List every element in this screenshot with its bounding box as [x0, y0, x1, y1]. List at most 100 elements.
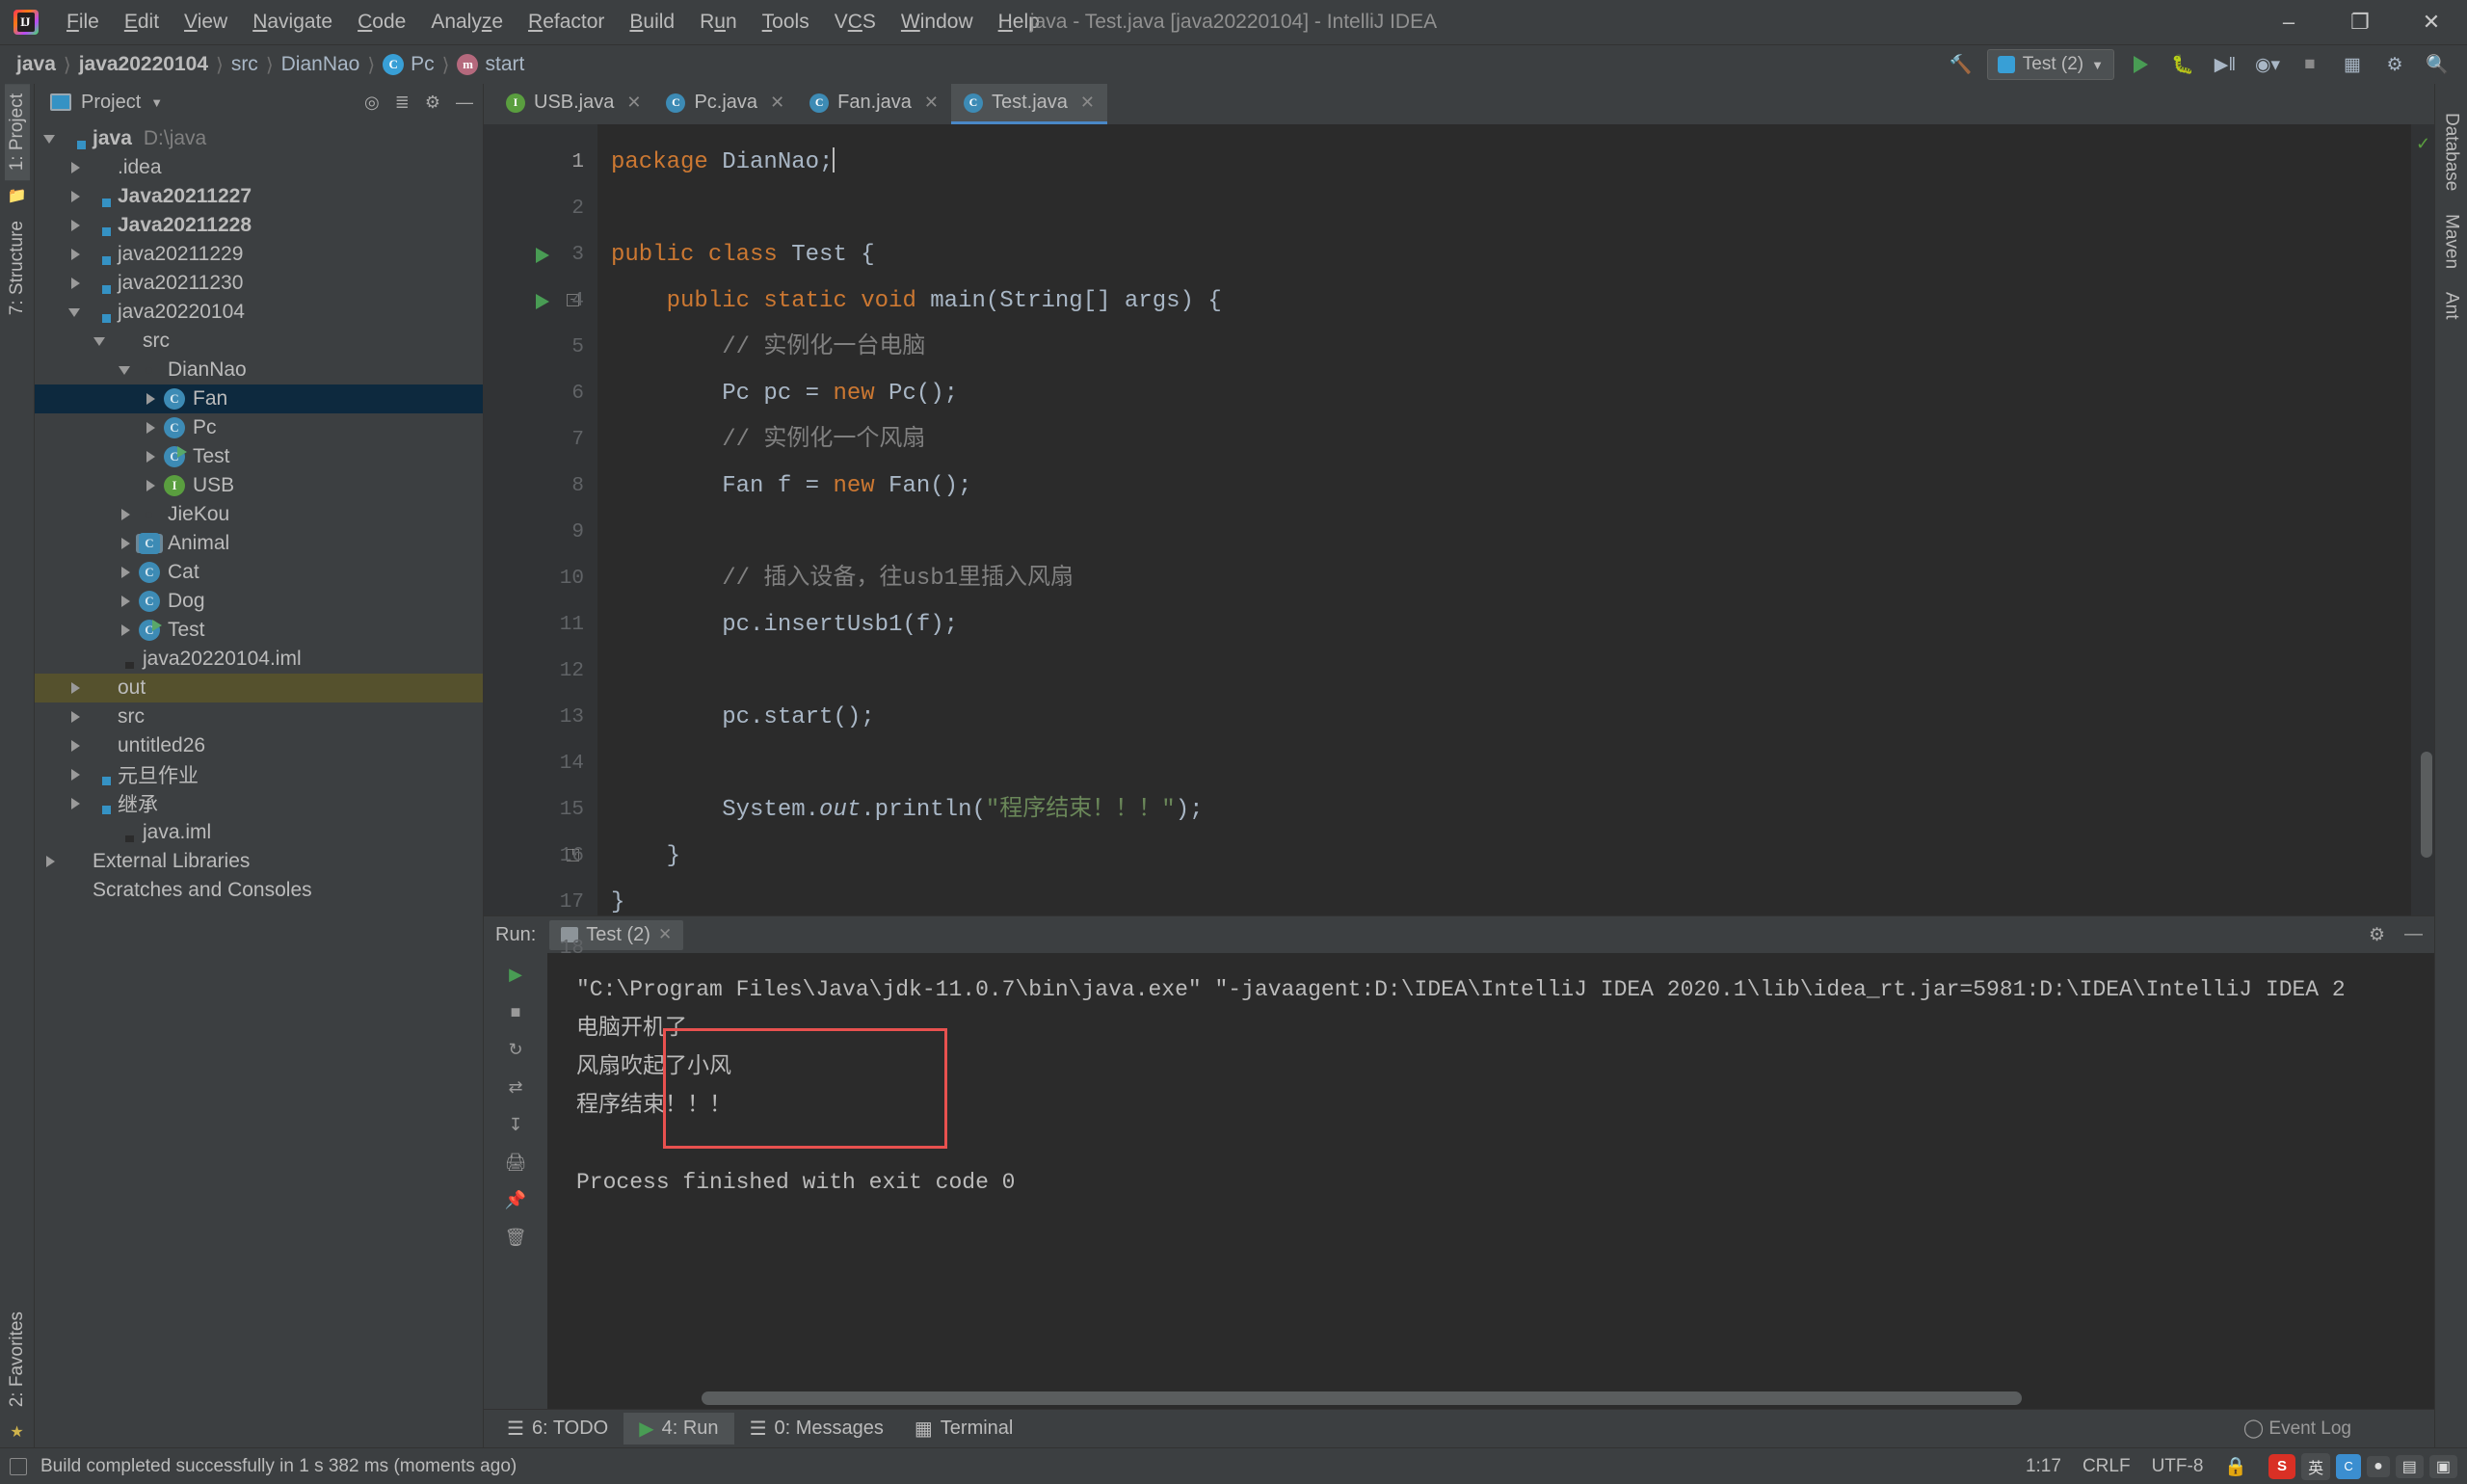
line-separator[interactable]: CRLF	[2082, 1456, 2131, 1477]
gutter-line-15[interactable]: 15	[484, 787, 597, 834]
close-icon[interactable]: ✕	[658, 925, 672, 944]
tree-expand-arrow[interactable]	[143, 449, 158, 464]
tree-item-untitled26[interactable]: untitled26	[35, 731, 483, 760]
tree-item-java20211229[interactable]: java20211229	[35, 240, 483, 269]
file-encoding[interactable]: UTF-8	[2152, 1456, 2204, 1477]
menu-item-window[interactable]: Window	[889, 6, 986, 39]
tree-expand-arrow[interactable]	[67, 247, 83, 262]
editor-tab-usb[interactable]: I USB.java ✕	[493, 84, 653, 124]
editor-tab-test[interactable]: C Test.java ✕	[950, 84, 1107, 124]
tree-item-test[interactable]: C Test	[35, 442, 483, 471]
gutter-line-8[interactable]: 8	[484, 464, 597, 510]
tree-item-external-libraries[interactable]: External Libraries	[35, 847, 483, 876]
search-everywhere-icon[interactable]: 🔍	[2421, 49, 2454, 80]
pin-icon[interactable]: 📌	[505, 1190, 526, 1210]
gutter-line-2[interactable]: 2	[484, 186, 597, 232]
close-button[interactable]: ✕	[2396, 0, 2467, 44]
select-opened-file-icon[interactable]: ◎	[364, 93, 380, 113]
tree-item-java20220104[interactable]: java20220104	[35, 298, 483, 327]
gutter-line-4[interactable]: 4	[484, 278, 597, 325]
tool-window-bar[interactable]: ☰ 6: TODO ▶ 4: Run ☰ 0: Messages ▦ Termi…	[484, 1409, 2434, 1447]
breadcrumb-item-module[interactable]: java20220104	[74, 51, 213, 78]
ime-language-indicator[interactable]: 英	[2301, 1452, 2331, 1480]
menu-item-edit[interactable]: Edit	[112, 6, 172, 39]
collapse-all-icon[interactable]: ≣	[395, 93, 410, 113]
tree-item-java20211227[interactable]: Java20211227	[35, 182, 483, 211]
tree-expand-arrow[interactable]	[67, 218, 83, 233]
resume-icon[interactable]: ↻	[508, 1040, 522, 1060]
editor-tab-fan[interactable]: C Fan.java ✕	[797, 84, 951, 124]
tree-expand-arrow[interactable]	[143, 391, 158, 407]
tree-item-src[interactable]: src	[35, 327, 483, 356]
menu-item-build[interactable]: Build	[617, 6, 687, 39]
console-horizontal-scrollbar[interactable]	[702, 1391, 2022, 1405]
hide-icon[interactable]: —	[456, 93, 473, 113]
favorites-star-icon[interactable]: ★	[10, 1422, 23, 1442]
stop-icon[interactable]: ■	[511, 1002, 521, 1022]
menu-item-file[interactable]: FFileile	[54, 6, 112, 39]
sidebar-item-structure[interactable]: 7: Structure	[5, 211, 30, 325]
tree-item-diannao[interactable]: DianNao	[35, 356, 483, 384]
window-controls[interactable]: – ❐ ✕	[2253, 0, 2467, 44]
tree-expand-arrow[interactable]	[118, 362, 133, 378]
tree-expand-arrow[interactable]	[67, 305, 83, 320]
tree-expand-arrow[interactable]	[93, 333, 108, 349]
structure-folder-icon[interactable]: 📁	[8, 186, 27, 205]
tree-expand-arrow[interactable]	[42, 883, 58, 898]
run-with-coverage-button[interactable]: ▶‖	[2209, 49, 2242, 80]
tree-expand-arrow[interactable]	[42, 131, 58, 146]
debug-button[interactable]: 🐛	[2166, 49, 2199, 80]
tree-item-usb[interactable]: I USB	[35, 471, 483, 500]
sidebar-item-favorites[interactable]: 2: Favorites	[5, 1302, 30, 1417]
tree-item-src[interactable]: src	[35, 702, 483, 731]
tree-item-pc[interactable]: C Pc	[35, 413, 483, 442]
minimize-icon[interactable]: —	[2404, 924, 2423, 946]
maximize-button[interactable]: ❐	[2324, 0, 2396, 44]
gutter-line-7[interactable]: 7	[484, 417, 597, 464]
editor-scrollbar[interactable]	[2421, 752, 2432, 858]
code-text[interactable]: package DianNao; public class Test { pub…	[597, 124, 2411, 915]
gutter-line-12[interactable]: 12	[484, 649, 597, 695]
settings-button[interactable]: ⚙	[2378, 49, 2411, 80]
tree-item-java-iml[interactable]: java.iml	[35, 818, 483, 847]
tree-expand-arrow[interactable]	[143, 478, 158, 493]
tree-item-animal[interactable]: C Animal	[35, 529, 483, 558]
gutter-line-13[interactable]: 13	[484, 695, 597, 741]
caret-position[interactable]: 1:17	[2026, 1456, 2061, 1477]
tree-item--idea[interactable]: .idea	[35, 153, 483, 182]
gutter-line-17[interactable]: 17	[484, 880, 597, 926]
tree-expand-arrow[interactable]	[67, 160, 83, 175]
ime-tool-2[interactable]: ▤	[2395, 1454, 2424, 1478]
tool-window-terminal[interactable]: ▦ Terminal	[899, 1413, 1028, 1444]
tool-window-todo[interactable]: ☰ 6: TODO	[491, 1413, 623, 1444]
system-tray[interactable]: S 英 C ● ▤ ▣	[2268, 1452, 2457, 1480]
tree-item-java20211228[interactable]: Java20211228	[35, 211, 483, 240]
tree-expand-arrow[interactable]	[93, 825, 108, 840]
run-button[interactable]	[2124, 49, 2157, 80]
menu-bar[interactable]: FFileile Edit View Navigate Code Analyze…	[54, 6, 1052, 39]
tree-expand-arrow[interactable]	[118, 565, 133, 580]
breadcrumb[interactable]: java ⟩ java20220104 ⟩ src ⟩ DianNao ⟩ C …	[12, 51, 529, 78]
gutter-line-9[interactable]: 9	[484, 510, 597, 556]
layout-button[interactable]: ▦	[2336, 49, 2369, 80]
tree-item-scratches-and-consoles[interactable]: Scratches and Consoles	[35, 876, 483, 905]
run-configuration-selector[interactable]: Test (2) ▼	[1986, 49, 2114, 80]
tree-expand-arrow[interactable]	[118, 594, 133, 609]
menu-item-refactor[interactable]: Refactor	[516, 6, 617, 39]
tree-expand-arrow[interactable]	[67, 767, 83, 782]
tree-expand-arrow[interactable]	[143, 420, 158, 436]
breadcrumb-item-package[interactable]: DianNao	[277, 51, 365, 78]
breadcrumb-item-src[interactable]: src	[226, 51, 263, 78]
run-side-toolbar[interactable]: ▶ ■ ↻ ⇄ ↧ 🖨 📌 🗑	[484, 953, 547, 1409]
menu-item-navigate[interactable]: Navigate	[240, 6, 345, 39]
chevron-down-icon[interactable]: ▼	[150, 95, 163, 110]
tree-item-cat[interactable]: C Cat	[35, 558, 483, 587]
event-log-button[interactable]: ◯ Event Log	[2243, 1418, 2351, 1440]
ime-tool-1[interactable]: ●	[2367, 1455, 2390, 1477]
ime-tool-3[interactable]: ▣	[2428, 1454, 2457, 1478]
build-project-icon[interactable]: 🔨	[1945, 49, 1977, 80]
sidebar-item-project[interactable]: 1: Project	[4, 84, 30, 181]
tree-item-out[interactable]: out	[35, 674, 483, 702]
editor-tab-pc[interactable]: C Pc.java ✕	[653, 84, 797, 124]
csdn-icon[interactable]: C	[2336, 1453, 2362, 1479]
